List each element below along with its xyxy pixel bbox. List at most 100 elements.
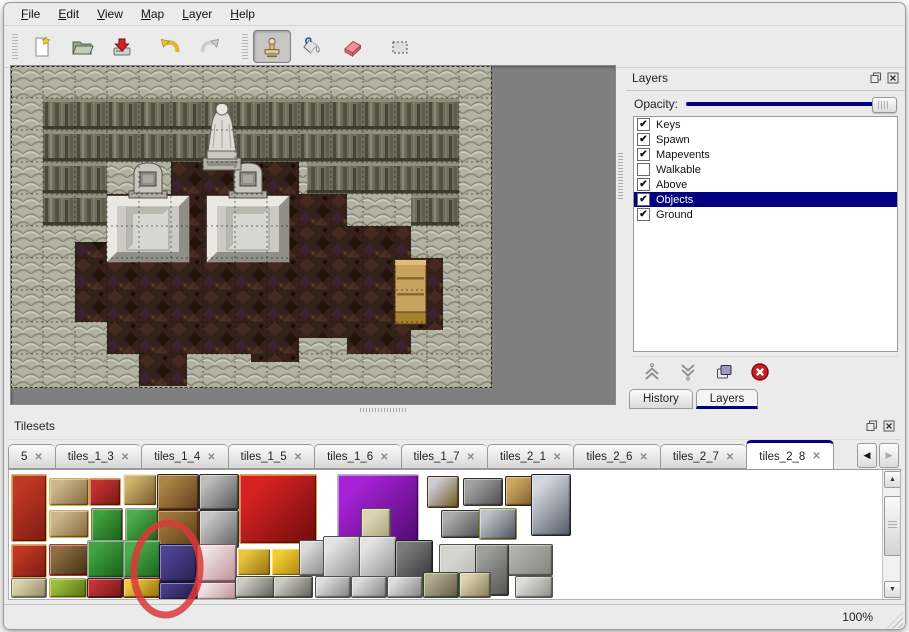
tile-banner-red[interactable] <box>11 474 47 542</box>
tileset-tab-tiles_2_6[interactable]: tiles_2_6✕ <box>573 444 659 469</box>
tile-shelf-stone-1[interactable] <box>463 478 503 506</box>
tile-bed-pink-bottom[interactable] <box>197 582 237 600</box>
tile-loom-lower[interactable] <box>49 510 89 538</box>
tile-potted-palm[interactable] <box>87 540 125 578</box>
scroll-thumb[interactable] <box>884 496 901 556</box>
tile-barrel-planter[interactable] <box>423 572 459 598</box>
layer-checkbox[interactable]: ✔ <box>637 118 650 131</box>
raise-layer-button[interactable] <box>639 360 665 384</box>
tile-portrait-king[interactable] <box>427 476 459 508</box>
tab-close-icon[interactable]: ✕ <box>121 452 129 463</box>
tile-door-purple-top[interactable] <box>159 544 197 582</box>
stamp-tool-button[interactable] <box>253 30 291 63</box>
open-button[interactable] <box>63 30 101 63</box>
tileset-tab-tiles_1_3[interactable]: tiles_1_3✕ <box>55 444 141 469</box>
close-panel-icon[interactable] <box>886 71 899 84</box>
tab-scroll-left-button[interactable]: ◀ <box>857 443 877 468</box>
scroll-up-button[interactable]: ▲ <box>884 471 901 488</box>
tile-door-purple-bottom[interactable] <box>159 582 197 600</box>
tile-potted-plant[interactable] <box>123 540 161 578</box>
eraser-tool-button[interactable] <box>333 30 371 63</box>
tile-door-wood-bottom[interactable] <box>157 510 199 548</box>
tab-close-icon[interactable]: ✕ <box>467 452 475 463</box>
tile-gate-gray-bottom[interactable] <box>199 510 239 548</box>
tile-loom-upper[interactable] <box>49 478 89 506</box>
layer-row-spawn[interactable]: ✔Spawn <box>634 132 897 147</box>
float-panel-icon[interactable] <box>865 420 878 433</box>
tileset-scrollbar[interactable]: ▲ ▼ <box>882 470 900 599</box>
tile-statue-base-1[interactable] <box>315 576 351 598</box>
tileset-tab-tiles_1_6[interactable]: tiles_1_6✕ <box>314 444 400 469</box>
tile-armor-pile[interactable] <box>479 508 517 540</box>
tile-gold-hook[interactable] <box>237 548 271 576</box>
tab-close-icon[interactable]: ✕ <box>812 451 820 462</box>
lower-layer-button[interactable] <box>675 360 701 384</box>
tile-bed-pink-top[interactable] <box>197 544 237 582</box>
tab-close-icon[interactable]: ✕ <box>380 452 388 463</box>
menu-help[interactable]: Help <box>221 4 264 24</box>
close-panel-icon[interactable] <box>882 420 895 433</box>
layer-checkbox[interactable]: ✔ <box>637 208 650 221</box>
tileset-tab-tiles_1_7[interactable]: tiles_1_7✕ <box>401 444 487 469</box>
tile-banner-green[interactable] <box>49 578 87 598</box>
tab-close-icon[interactable]: ✕ <box>207 452 215 463</box>
undo-button[interactable] <box>151 30 189 63</box>
tile-rock-pile-2[interactable] <box>273 576 313 598</box>
tile-cushion-red[interactable] <box>89 478 121 506</box>
float-panel-icon[interactable] <box>869 71 882 84</box>
redo-button[interactable] <box>191 30 229 63</box>
opacity-slider[interactable] <box>686 96 897 112</box>
tile-banner-emblem[interactable] <box>11 544 47 578</box>
toolbar-grip-2[interactable] <box>242 34 248 60</box>
menu-file[interactable]: File <box>12 4 49 24</box>
tile-door-wood-top[interactable] <box>157 474 199 510</box>
tab-scroll-right-button[interactable]: ▶ <box>879 443 899 468</box>
tileset-content[interactable]: ▲ ▼ <box>8 470 901 600</box>
tile-stone-slab-light[interactable] <box>515 576 553 598</box>
layer-row-objects[interactable]: ✔Objects <box>634 192 897 207</box>
tile-throne-red-gold[interactable] <box>239 474 317 544</box>
layer-row-keys[interactable]: ✔Keys <box>634 117 897 132</box>
dock-tab-layers[interactable]: Layers <box>696 389 759 409</box>
menu-map[interactable]: Map <box>132 4 173 24</box>
layer-checkbox[interactable]: ✔ <box>637 133 650 146</box>
tile-bookshelf[interactable] <box>49 544 89 576</box>
layer-checkbox[interactable]: ✔ <box>637 178 650 191</box>
menu-edit[interactable]: Edit <box>49 4 88 24</box>
tab-close-icon[interactable]: ✕ <box>34 452 42 463</box>
tile-statue-base-2[interactable] <box>351 576 387 598</box>
tileset-tab-tiles_2_7[interactable]: tiles_2_7✕ <box>660 444 746 469</box>
rect-select-tool-button[interactable] <box>381 30 419 63</box>
tileset-tab-tiles_1_5[interactable]: tiles_1_5✕ <box>228 444 314 469</box>
tile-knight-armor-tall[interactable] <box>531 474 571 536</box>
tile-palm-small[interactable] <box>91 508 123 542</box>
tile-seal-red[interactable] <box>87 578 123 598</box>
tile-obelisk-small[interactable] <box>459 572 491 598</box>
duplicate-layer-button[interactable] <box>711 360 737 384</box>
vertical-splitter[interactable] <box>616 65 625 405</box>
tab-close-icon[interactable]: ✕ <box>553 452 561 463</box>
opacity-slider-handle[interactable] <box>872 97 897 113</box>
layer-row-ground[interactable]: ✔Ground <box>634 207 897 222</box>
tile-plant-small[interactable] <box>125 508 159 542</box>
layer-row-mapevents[interactable]: ✔Mapevents <box>634 147 897 162</box>
toolbar-grip[interactable] <box>12 34 18 60</box>
tileset-tab-5[interactable]: 5✕ <box>8 444 55 469</box>
tile-dresser-mirror[interactable] <box>123 474 157 506</box>
tileset-tab-tiles_2_8[interactable]: tiles_2_8✕ <box>746 440 833 470</box>
tab-close-icon[interactable]: ✕ <box>294 452 302 463</box>
tile-shelf-stone-2[interactable] <box>441 510 481 538</box>
layer-checkbox[interactable]: ✔ <box>637 193 650 206</box>
tab-close-icon[interactable]: ✕ <box>639 452 647 463</box>
fill-tool-button[interactable] <box>293 30 331 63</box>
tile-gate-gray-top[interactable] <box>199 474 239 510</box>
resize-grip[interactable] <box>887 612 903 628</box>
scroll-down-button[interactable]: ▼ <box>884 581 901 598</box>
tile-statue-base-3[interactable] <box>387 576 423 598</box>
tileset-tab-tiles_1_4[interactable]: tiles_1_4✕ <box>141 444 227 469</box>
tile-parchment[interactable] <box>11 578 47 598</box>
map-canvas[interactable] <box>10 65 616 405</box>
tile-rock-pile-1[interactable] <box>235 576 275 598</box>
layer-checkbox[interactable] <box>637 163 650 176</box>
layer-row-walkable[interactable]: Walkable <box>634 162 897 177</box>
